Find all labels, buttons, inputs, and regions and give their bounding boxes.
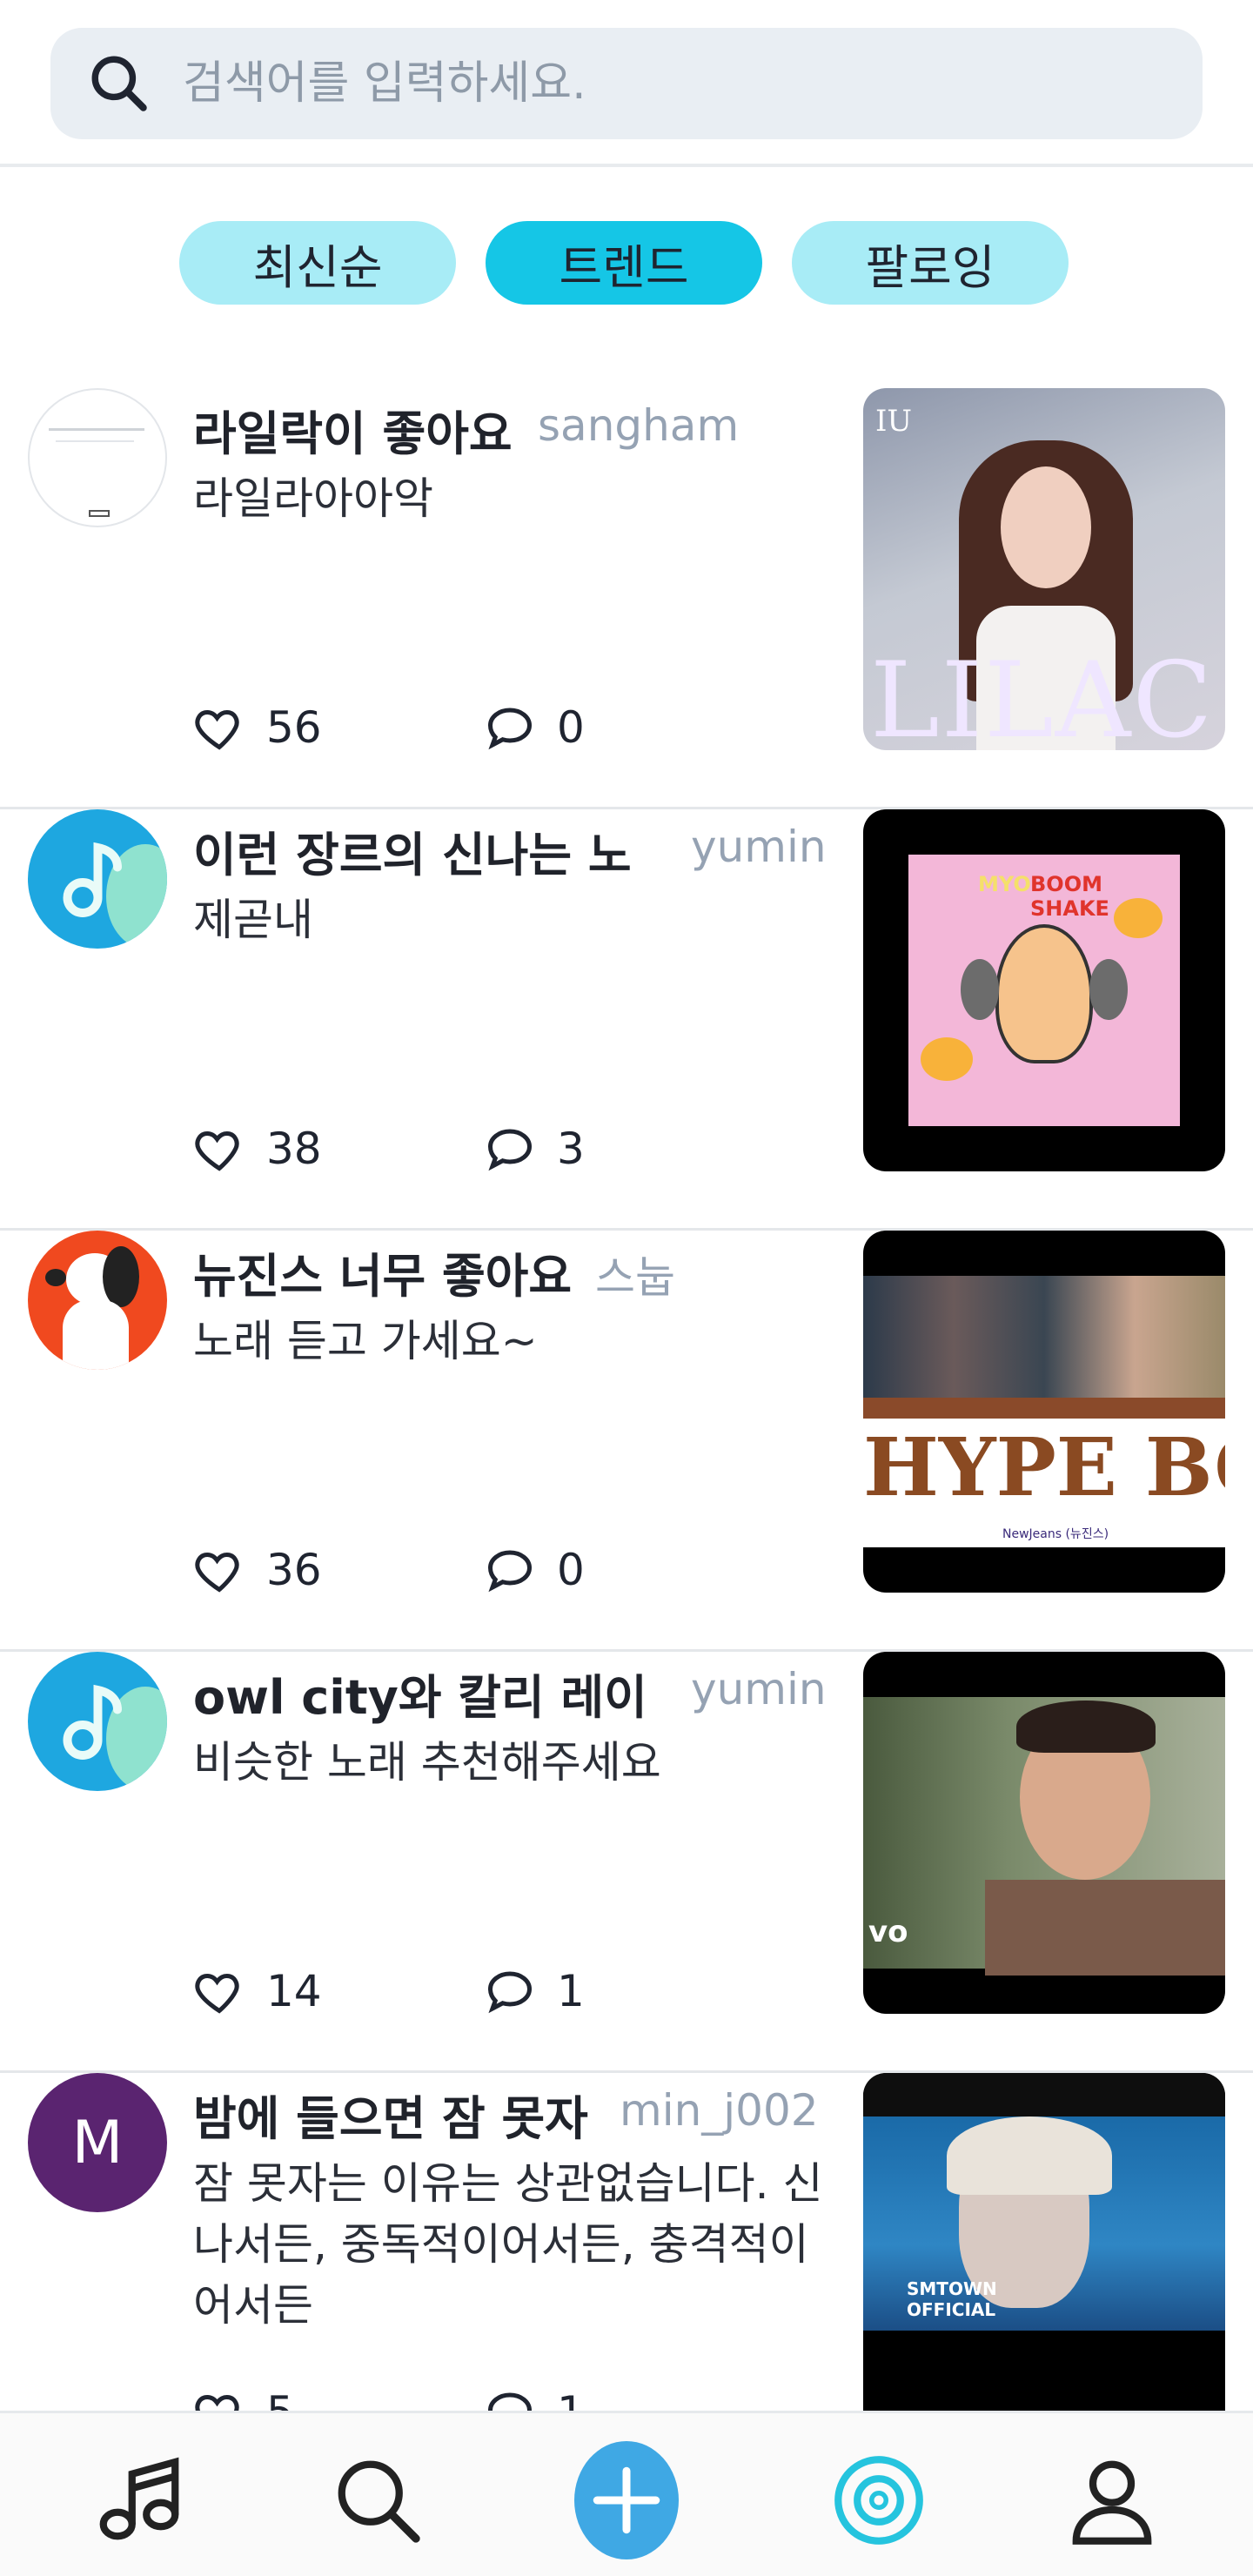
nav-add-post[interactable] <box>574 2441 679 2559</box>
video-frame: SMTOWN OFFICIAL <box>863 2116 1225 2331</box>
comment-count: 3 <box>557 1124 585 1174</box>
like-count: 38 <box>266 1124 322 1174</box>
post-body: 노래 듣고 가세요~ <box>193 1316 538 1366</box>
like-count: 36 <box>266 1545 322 1595</box>
disc-icon <box>834 2456 923 2545</box>
post-body: 라일라아아악 <box>193 473 433 524</box>
nav-profile[interactable] <box>1060 2448 1164 2553</box>
post-item[interactable]: 이런 장르의 신나는 노 yumin 제곧내 38 3 MYO BOOM SHA… <box>0 809 1253 1231</box>
post-title[interactable]: 뉴진스 너무 좋아요 <box>193 1238 572 1306</box>
filter-trend[interactable]: 트렌드 <box>486 221 762 305</box>
add-icon <box>593 2466 660 2534</box>
video-frame: vo <box>863 1697 1225 1976</box>
heart-icon <box>195 1552 239 1593</box>
post-author[interactable]: 스눕 <box>595 1243 675 1305</box>
thumbnail-corner-text: MYO <box>978 872 1031 896</box>
comment-icon <box>487 708 533 750</box>
post-title[interactable]: owl city와 칼리 레이 <box>193 1659 647 1727</box>
heart-icon <box>195 1973 239 2014</box>
post-thumbnail[interactable]: SMTOWN OFFICIAL <box>863 2073 1225 2435</box>
heart-icon <box>195 709 239 750</box>
post-item[interactable]: 뉴진스 너무 좋아요 스눕 노래 듣고 가세요~ 36 0 HYPE BOY N… <box>0 1231 1253 1652</box>
post-author[interactable]: min_j002 <box>620 2085 819 2136</box>
search-input[interactable] <box>183 57 1140 110</box>
comment-icon <box>487 1129 533 1171</box>
comment-count: 1 <box>557 1966 585 2016</box>
nav-disc[interactable] <box>827 2448 931 2553</box>
comment-icon <box>487 1971 533 2014</box>
post-author[interactable]: sangham <box>538 400 739 451</box>
filter-following[interactable]: 팔로잉 <box>792 221 1069 305</box>
post-author[interactable]: yumin <box>691 1664 827 1714</box>
comment-button[interactable]: 0 <box>484 701 585 754</box>
video-frame: HYPE BOY NewJeans (뉴진스) <box>863 1276 1225 1547</box>
like-button[interactable]: 38 <box>193 1123 322 1175</box>
music-icon <box>99 2457 179 2540</box>
post-body: 비슷한 노래 추천해주세요 <box>193 1737 661 1788</box>
avatar[interactable] <box>28 1231 167 1370</box>
avatar-letter: M <box>71 2108 124 2177</box>
divider <box>0 164 1253 167</box>
search-icon <box>338 2460 420 2543</box>
post-thumbnail[interactable]: vo <box>863 1652 1225 2014</box>
comment-count: 0 <box>557 702 585 753</box>
like-button[interactable]: 36 <box>193 1544 322 1596</box>
comment-icon <box>487 1550 533 1593</box>
avatar[interactable] <box>28 1652 167 1791</box>
post-item[interactable]: 라일락이 좋아요 sangham 라일라아아악 56 0 IU LILAC <box>0 388 1253 809</box>
post-item[interactable]: owl city와 칼리 레이 yumin 비슷한 노래 추천해주세요 14 1… <box>0 1652 1253 2073</box>
thumbnail-corner-text: NewJeans (뉴진스) <box>1002 1527 1109 1541</box>
post-body: 제곧내 <box>193 895 313 945</box>
thumbnail-corner-text: IU <box>875 404 913 439</box>
post-title[interactable]: 밤에 들으면 잠 못자 <box>193 2080 588 2149</box>
comment-button[interactable]: 1 <box>484 1965 585 2017</box>
nav-search[interactable] <box>325 2448 430 2553</box>
like-button[interactable]: 56 <box>193 701 322 754</box>
post-thumbnail[interactable]: MYO BOOM SHAKE <box>863 809 1225 1171</box>
comment-button[interactable]: 0 <box>484 1544 585 1596</box>
bottom-navigation <box>0 2411 1253 2576</box>
avatar[interactable]: M <box>28 2073 167 2212</box>
avatar[interactable] <box>28 388 167 527</box>
like-count: 56 <box>266 702 322 753</box>
heart-icon <box>195 1130 239 1171</box>
like-button[interactable]: 14 <box>193 1965 322 2017</box>
post-author[interactable]: yumin <box>691 822 827 872</box>
profile-icon <box>1072 2460 1152 2545</box>
post-thumbnail[interactable]: IU LILAC <box>863 388 1225 750</box>
search-icon <box>91 56 147 111</box>
post-title[interactable]: 이런 장르의 신나는 노 <box>193 816 632 885</box>
add-button[interactable] <box>574 2441 679 2559</box>
search-bar[interactable] <box>50 28 1203 139</box>
filter-chips: 최신순 트렌드 팔로잉 <box>0 221 1253 306</box>
post-thumbnail[interactable]: HYPE BOY NewJeans (뉴진스) <box>863 1231 1225 1593</box>
like-count: 14 <box>266 1966 322 2016</box>
album-cover: MYO BOOM SHAKE <box>908 855 1180 1126</box>
filter-latest[interactable]: 최신순 <box>179 221 456 305</box>
comment-button[interactable]: 3 <box>484 1123 585 1175</box>
avatar[interactable] <box>28 809 167 949</box>
post-title[interactable]: 라일락이 좋아요 <box>193 395 513 464</box>
comment-count: 0 <box>557 1545 585 1595</box>
thumbnail-text: LILAC <box>870 641 1215 750</box>
thumbnail-text: HYPE BOY <box>863 1420 1225 1514</box>
music-note-icon <box>63 1684 122 1760</box>
nav-music[interactable] <box>87 2448 191 2553</box>
music-note-icon <box>63 842 122 917</box>
thumbnail-text: vo <box>868 1915 908 1949</box>
thumbnail-text: SMTOWN OFFICIAL <box>907 2278 997 2320</box>
post-body: 잠 못자는 이유는 상관없습니다. 신나서든, 중독적이어서든, 충격적이어서든 <box>193 2158 823 2331</box>
